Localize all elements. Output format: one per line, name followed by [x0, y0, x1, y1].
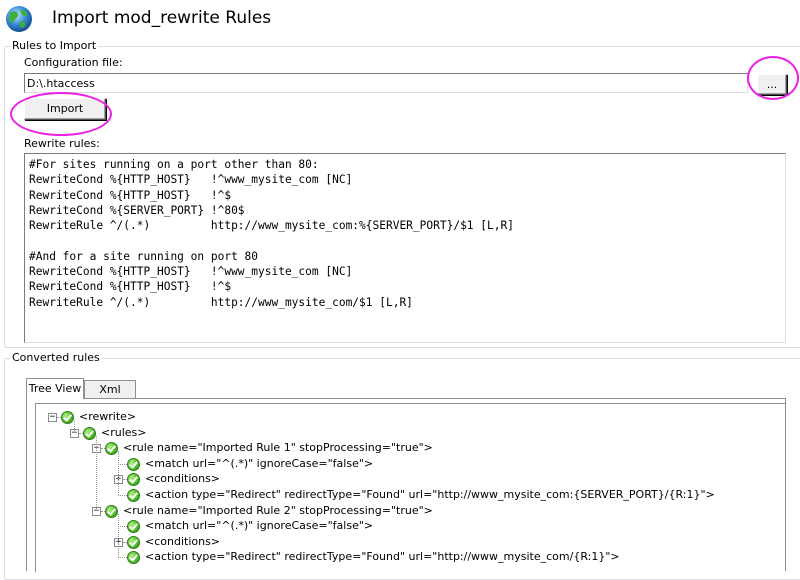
import-button[interactable]: Import: [24, 98, 106, 120]
rewrite-rules-label: Rewrite rules:: [24, 137, 100, 150]
converted-rules-legend: Converted rules: [10, 351, 102, 364]
tree-connector: [118, 557, 127, 559]
tree-node-label[interactable]: <match url="^(.*)" ignoreCase="false">: [145, 518, 373, 534]
page-title: Import mod_rewrite Rules: [52, 8, 272, 28]
tree-node-label[interactable]: <rule name="Imported Rule 2" stopProcess…: [123, 503, 433, 519]
tree-view-panel: − <rewrite> − <rules> − <rule name="Imported …: [26, 398, 786, 572]
tree-node-label[interactable]: <match url="^(.*)" ignoreCase="false">: [145, 456, 373, 472]
check-icon: [127, 457, 140, 471]
tab-xml-view[interactable]: Xml View: [84, 380, 136, 413]
tree-node-label[interactable]: <conditions>: [145, 471, 220, 487]
tree-guide-line: [118, 513, 119, 558]
collapse-toggle[interactable]: −: [48, 413, 57, 422]
tab-tree-view[interactable]: Tree View: [26, 378, 84, 399]
rewrite-rules-textarea[interactable]: #For sites running on a port other than …: [24, 153, 786, 343]
tree-node-label[interactable]: <rule name="Imported Rule 1" stopProcess…: [123, 440, 433, 456]
check-icon: [127, 473, 140, 487]
check-icon: [127, 520, 140, 534]
check-icon: [83, 426, 96, 440]
tree-node-label[interactable]: <rules>: [101, 425, 146, 441]
rules-to-import-legend: Rules to Import: [10, 39, 99, 52]
configuration-file-input[interactable]: [24, 73, 748, 93]
browse-button[interactable]: ...: [757, 74, 787, 95]
check-icon: [61, 411, 74, 424]
check-icon: [105, 442, 118, 456]
tree-node-label[interactable]: <action type="Redirect" redirectType="Fo…: [145, 487, 715, 503]
configuration-file-label: Configuration file:: [24, 56, 123, 69]
tree-connector: [118, 526, 127, 528]
tree-view[interactable]: − <rewrite> − <rules> − <rule name="Imported …: [35, 403, 785, 572]
check-icon: [127, 535, 140, 549]
check-icon: [105, 504, 118, 518]
tree-guide-line: [118, 451, 119, 495]
tree-guide-line: [96, 435, 97, 511]
check-icon: [127, 551, 140, 565]
tree-node-label[interactable]: <conditions>: [145, 534, 220, 550]
tree-node-label[interactable]: <action type="Redirect" redirectType="Fo…: [145, 549, 620, 565]
tree-node-label[interactable]: <rewrite>: [79, 409, 136, 425]
rewrite-rules-text: #For sites running on a port other than …: [29, 158, 514, 309]
globe-icon: [6, 6, 32, 32]
tree-guide-line: [74, 420, 75, 433]
tree-connector: [118, 495, 127, 496]
tree-connector: [118, 463, 127, 465]
check-icon: [127, 489, 140, 502]
